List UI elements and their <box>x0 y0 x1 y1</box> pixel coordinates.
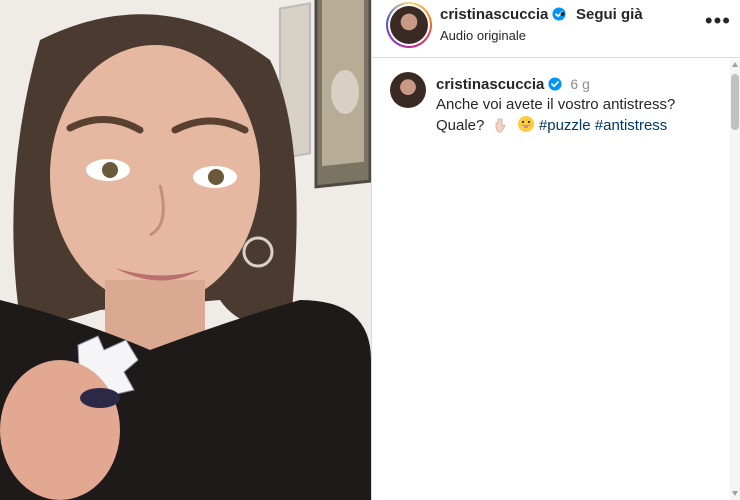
scrollbar-thumb[interactable] <box>731 74 739 130</box>
story-ring[interactable] <box>386 2 432 48</box>
post-details-panel: cristinascuccia • Segui già Audio origin… <box>371 0 740 500</box>
hashtag-antistress[interactable]: #antistress <box>595 117 668 134</box>
header-username[interactable]: cristinascuccia <box>440 6 566 23</box>
post-video[interactable] <box>0 0 371 500</box>
verified-badge-icon <box>548 77 562 91</box>
instagram-post-window: cristinascuccia • Segui già Audio origin… <box>0 0 740 500</box>
more-options-icon[interactable]: ••• <box>705 10 731 32</box>
following-button[interactable]: Segui già <box>576 6 643 23</box>
header-separator: • <box>560 6 566 23</box>
header-username-text[interactable]: cristinascuccia <box>440 6 548 23</box>
caption-avatar[interactable] <box>390 72 426 108</box>
caption-timestamp[interactable]: 6 g <box>570 76 589 92</box>
post-header: cristinascuccia • Segui già Audio origin… <box>372 0 740 58</box>
pointing-down-hand-icon <box>495 118 506 133</box>
hashtag-puzzle[interactable]: #puzzle <box>539 117 591 134</box>
avatar <box>390 6 428 44</box>
video-frame-illustration <box>0 0 371 500</box>
audio-label[interactable]: Audio originale <box>440 28 526 43</box>
scroll-up-arrow-icon[interactable] <box>732 62 738 67</box>
grinning-face-icon <box>517 116 534 132</box>
scroll-down-arrow-icon[interactable] <box>732 491 738 496</box>
caption-username[interactable]: cristinascuccia <box>436 76 544 93</box>
